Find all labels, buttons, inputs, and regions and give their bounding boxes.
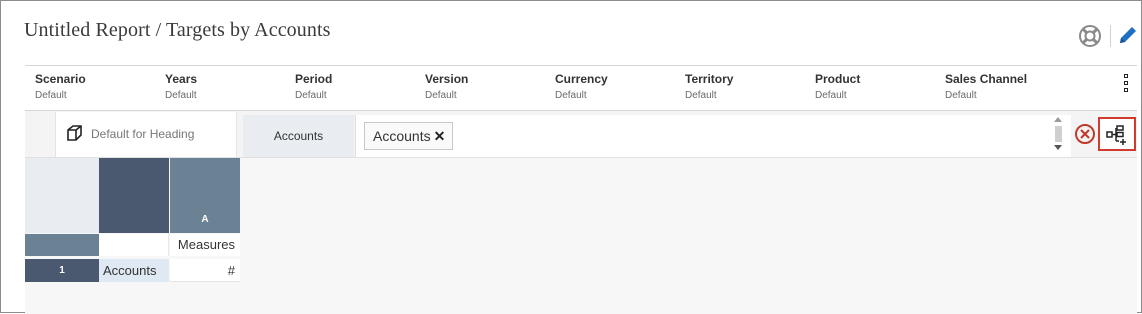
pov-name: Period [295,72,333,86]
member-selector-button[interactable] [1098,117,1136,151]
row-header-block [99,158,169,233]
data-cell[interactable]: # [170,259,240,282]
row-header-1[interactable]: 1 [25,259,99,282]
measures-cell[interactable]: Measures [170,234,240,256]
chip-label: Accounts [373,128,431,144]
page-title: Untitled Report / Targets by Accounts [24,19,331,41]
pov-value: Default [295,90,327,101]
pov-name: Scenario [35,72,86,86]
tab-accounts-axis[interactable]: Accounts [243,115,354,157]
pov-name: Product [815,72,861,86]
report-grid: A Measures 1 Accounts # [25,158,1137,314]
more-options-icon[interactable] [1122,74,1130,96]
pov-years[interactable]: Years Default [165,72,285,103]
pov-territory[interactable]: Territory Default [685,72,805,103]
pov-value: Default [35,90,67,101]
scroll-stepper[interactable] [1052,115,1064,153]
pov-value: Default [425,90,457,101]
pov-scenario[interactable]: Scenario Default [35,72,155,103]
heading-style-label: Default for Heading [91,127,195,141]
header-divider [1110,25,1111,47]
pov-name: Currency [555,72,608,86]
pov-sales-channel[interactable]: Sales Channel Default [945,72,1065,103]
column-letter: A [201,214,209,225]
pov-name: Territory [685,72,734,86]
column-header-a[interactable]: A [170,158,240,233]
heading-style-selector[interactable]: Default for Heading [55,112,237,157]
row-heading-bar [25,234,99,256]
pov-value: Default [685,90,717,101]
close-icon[interactable]: ✕ [434,123,446,149]
accounts-row-label[interactable]: Accounts [99,259,169,282]
dimension-chip-accounts[interactable]: Accounts ✕ [364,122,454,150]
pov-version[interactable]: Version Default [425,72,545,103]
lifebuoy-icon[interactable] [1078,24,1102,48]
pov-product[interactable]: Product Default [815,72,935,103]
pov-bar: Scenario Default Years Default Period De… [25,65,1137,111]
pov-name: Years [165,72,198,86]
scrollbar-thumb[interactable] [1055,126,1062,142]
pov-value: Default [555,90,587,101]
cube-icon [67,125,82,141]
pencil-icon[interactable] [1116,23,1140,47]
pov-value: Default [165,90,197,101]
dimension-drop-zone[interactable]: Accounts ✕ [355,115,1071,157]
chevron-down-icon[interactable] [1054,145,1062,150]
pov-name: Version [425,72,469,86]
pov-value: Default [945,90,977,101]
layout-toolbar: Default for Heading Accounts Accounts ✕ [25,111,1137,158]
pov-period[interactable]: Period Default [295,72,415,103]
pov-currency[interactable]: Currency Default [555,72,675,103]
blank-cell [99,234,169,256]
clear-icon[interactable] [1074,123,1096,145]
hierarchy-icon [1106,125,1126,145]
pov-name: Sales Channel [945,72,1028,86]
report-designer-frame: Untitled Report / Targets by Accounts Sc… [0,0,1142,314]
grid-corner [25,158,99,233]
chevron-up-icon[interactable] [1054,117,1062,122]
pov-value: Default [815,90,847,101]
